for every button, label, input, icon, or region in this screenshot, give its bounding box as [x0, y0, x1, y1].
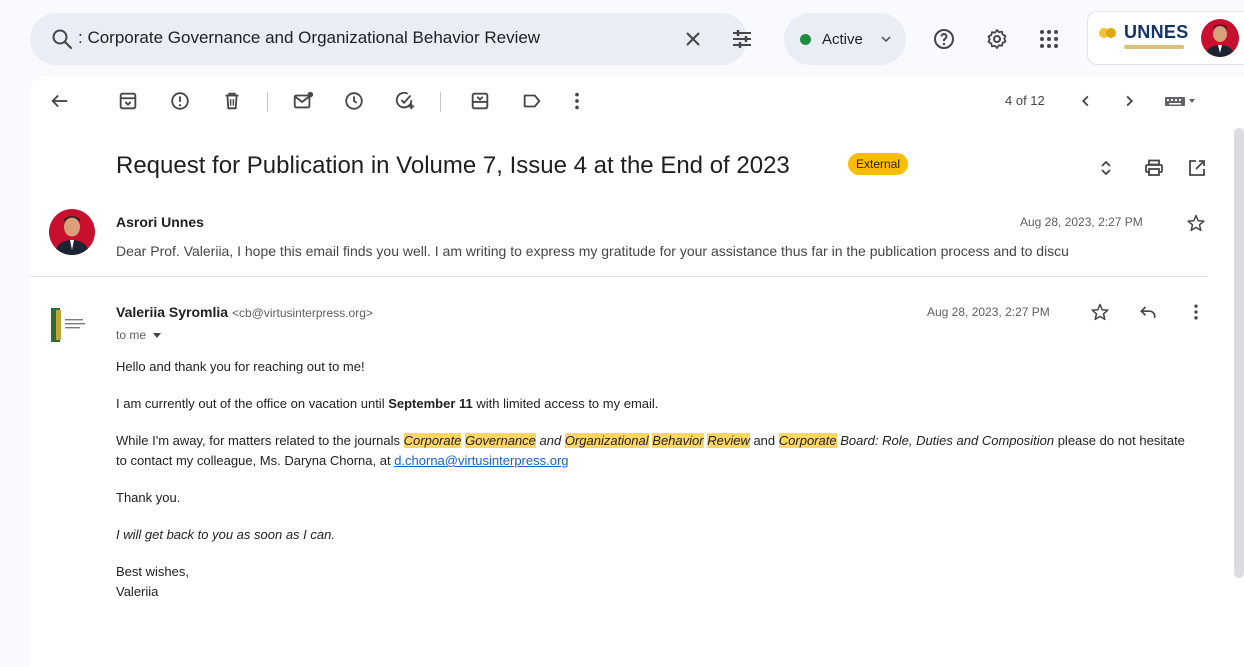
- help-icon[interactable]: [932, 27, 956, 51]
- apps-grid-icon[interactable]: [1037, 27, 1061, 51]
- back-arrow-icon[interactable]: [49, 90, 71, 112]
- more-options-icon[interactable]: [1186, 302, 1206, 322]
- avatar[interactable]: [1201, 19, 1239, 57]
- scrollbar[interactable]: [1234, 128, 1244, 578]
- colleague-email-link[interactable]: d.chorna@virtusinterpress.org: [394, 453, 568, 468]
- account-switcher[interactable]: UNNES: [1087, 11, 1244, 65]
- snooze-clock-icon[interactable]: [343, 90, 365, 112]
- body-paragraph: I will get back to you as soon as I can.: [116, 527, 335, 542]
- message-snippet[interactable]: Dear Prof. Valeriia, I hope this email f…: [116, 243, 1206, 259]
- search-options-icon[interactable]: [730, 27, 754, 51]
- chevron-right-icon[interactable]: [1118, 90, 1140, 112]
- print-icon[interactable]: [1144, 158, 1164, 178]
- body-paragraph: While I'm away, for matters related to t…: [116, 433, 1185, 468]
- search-highlight: Corporate: [778, 433, 837, 448]
- sender-email: <cb@virtusinterpress.org>: [231, 306, 373, 320]
- caret-down-icon: [152, 328, 162, 338]
- chevron-down-icon: [880, 33, 892, 45]
- toolbar-divider: [267, 92, 268, 112]
- message-date: Aug 28, 2023, 2:27 PM: [1020, 215, 1143, 229]
- search-highlight: Corporate: [403, 433, 462, 448]
- recipient-toggle[interactable]: to me: [116, 328, 162, 342]
- body-paragraph: I am currently out of the office on vaca…: [116, 396, 659, 411]
- external-badge: External: [848, 153, 909, 175]
- sender-name: Valeriia Syromlia: [116, 304, 229, 320]
- avatar[interactable]: [49, 209, 95, 255]
- recipient-label: to me: [116, 328, 147, 342]
- message-body: Hello and thank you for reaching out to …: [116, 357, 1196, 619]
- org-logo: UNNES: [1124, 22, 1189, 42]
- search-bar[interactable]: : Corporate Governance and Organizationa…: [30, 13, 751, 65]
- search-highlight: Governance: [465, 433, 536, 448]
- search-highlight: Organizational: [564, 433, 649, 448]
- star-icon[interactable]: [1090, 302, 1110, 322]
- more-options-icon[interactable]: [566, 90, 588, 112]
- add-to-tasks-icon[interactable]: [394, 90, 416, 112]
- archive-icon[interactable]: [117, 90, 139, 112]
- body-paragraph: Hello and thank you for reaching out to …: [116, 359, 365, 374]
- signature: Best wishes, Valeriia: [116, 564, 189, 599]
- expand-collapse-icon[interactable]: [1096, 158, 1116, 178]
- delete-icon[interactable]: [221, 90, 243, 112]
- label-icon[interactable]: [521, 90, 543, 112]
- close-icon[interactable]: [681, 27, 705, 51]
- message-date: Aug 28, 2023, 2:27 PM: [927, 305, 1050, 319]
- message-divider: [30, 276, 1208, 277]
- status-label: Active: [822, 31, 863, 48]
- message-toolbar: 4 of 12: [30, 76, 1244, 128]
- chevron-left-icon[interactable]: [1075, 90, 1097, 112]
- search-icon[interactable]: [50, 27, 74, 51]
- gear-icon[interactable]: [985, 27, 1009, 51]
- move-to-icon[interactable]: [469, 90, 491, 112]
- open-in-new-window-icon[interactable]: [1187, 158, 1207, 178]
- mark-unread-icon[interactable]: [292, 90, 314, 112]
- status-dot: [800, 34, 811, 45]
- pagination-count: 4 of 12: [1005, 93, 1045, 108]
- toolbar-divider: [440, 92, 441, 112]
- message-sender[interactable]: Valeriia Syromlia <cb@virtusinterpress.o…: [116, 304, 373, 320]
- thread-subject: Request for Publication in Volume 7, Iss…: [116, 152, 790, 179]
- message-panel: 4 of 12 Request for Publication in Volum…: [30, 76, 1244, 667]
- top-bar: : Corporate Governance and Organizationa…: [0, 0, 1244, 76]
- search-input[interactable]: : Corporate Governance and Organizationa…: [78, 28, 540, 48]
- avatar[interactable]: [45, 302, 91, 348]
- keyboard-input-icon[interactable]: [1163, 90, 1199, 112]
- reply-icon[interactable]: [1138, 302, 1158, 322]
- body-paragraph: Thank you.: [116, 490, 181, 505]
- search-highlight: Behavior: [652, 433, 704, 448]
- report-spam-icon[interactable]: [169, 90, 191, 112]
- message-sender[interactable]: Asrori Unnes: [116, 214, 204, 230]
- search-highlight: Review: [707, 433, 750, 448]
- org-logo-icon: [1098, 24, 1118, 42]
- status-selector[interactable]: Active: [784, 13, 906, 65]
- org-logo-underline: [1124, 45, 1184, 49]
- star-icon[interactable]: [1186, 213, 1206, 233]
